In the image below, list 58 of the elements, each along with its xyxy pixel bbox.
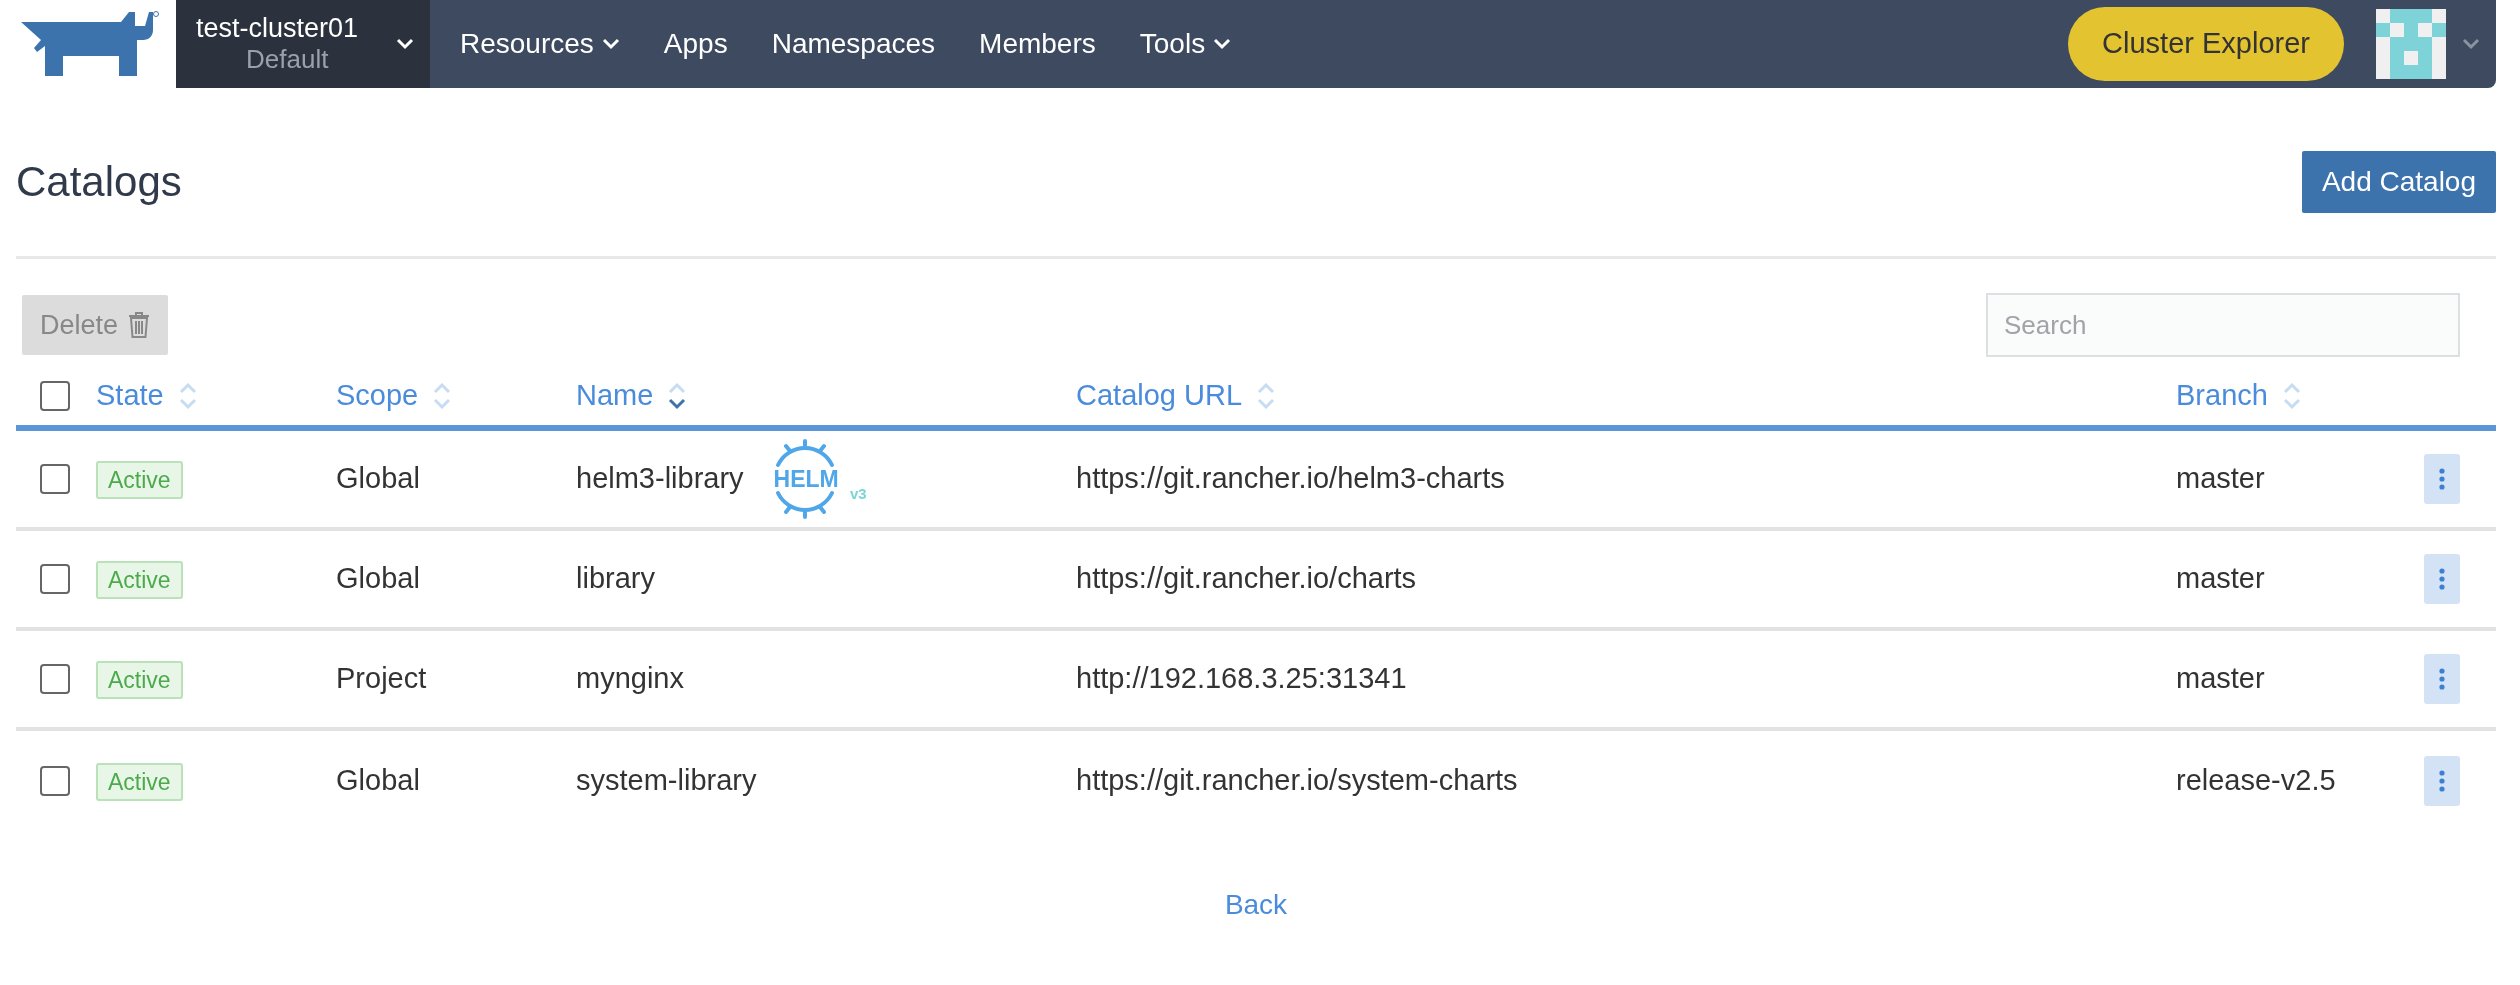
more-actions-button[interactable] [2424,756,2460,806]
chevron-down-icon [1213,38,1232,50]
status-badge: Active [96,561,183,600]
column-header[interactable]: Catalog URL [1076,374,1243,418]
table-cell: Global [336,462,420,495]
table-cell: Global [336,562,420,595]
nav-menu-item[interactable]: Namespaces [749,0,958,88]
vertical-ellipsis-icon [2438,568,2446,590]
table-cell-text: library [576,561,655,597]
chevron-down-icon [396,38,414,50]
row-checkbox[interactable] [40,464,70,494]
helm-logo: HELM v3 [761,437,870,521]
vertical-ellipsis-icon [2438,468,2446,490]
column-header[interactable]: Scope [336,374,419,418]
chevron-down-icon [2462,38,2480,50]
status-badge: Active [96,461,183,500]
table-cell: https://git.rancher.io/helm3-charts [1076,462,1505,495]
vertical-ellipsis-icon [2438,668,2446,690]
table-cell: release-v2.5 [2176,764,2336,797]
vertical-ellipsis-icon [2438,770,2446,792]
trash-icon [128,312,151,338]
select-all-checkbox[interactable] [40,381,70,411]
search-field[interactable]: Search [1986,293,2460,357]
back-link[interactable]: Back [1224,889,1288,920]
table-cell-text: mynginx [576,661,684,697]
table-cell: https://git.rancher.io/charts [1076,562,1417,595]
project-name: Default [245,43,330,76]
row-checkbox[interactable] [40,766,70,796]
column-header[interactable]: Branch [2176,374,2268,418]
nav-menu-item[interactable]: Tools [1117,0,1254,88]
page-title: Catalogs [16,156,182,207]
cluster-name: test-cluster01 [196,12,359,44]
status-badge: Active [96,763,183,802]
chevron-down-icon [601,38,620,50]
nav-menu-item[interactable]: Members [957,0,1118,88]
table-cell: https://git.rancher.io/system-charts [1076,764,1518,797]
cluster-selector[interactable]: test-cluster01 Default [176,0,430,88]
table-cell-text: helm3-library [576,461,744,497]
nav-menu-item[interactable]: Resources [438,0,642,88]
status-badge: Active [96,661,183,700]
row-checkbox[interactable] [40,564,70,594]
table-cell: master [2176,662,2265,695]
column-header[interactable]: Name [576,374,654,418]
table-cell: Project [336,662,427,695]
table-cell: http://192.168.3.25:31341 [1076,662,1407,695]
table-cell: Global [336,764,420,797]
more-actions-button[interactable] [2424,554,2460,604]
sort-icon[interactable] [667,381,688,411]
add-catalog-button[interactable]: Add Catalog [2301,151,2496,213]
table-cell-text: system-library [576,763,757,799]
table-cell: master [2176,462,2265,495]
more-actions-button[interactable] [2424,654,2460,704]
cluster-explorer-button[interactable]: Cluster Explorer [2068,7,2344,81]
column-header[interactable]: State [96,374,164,418]
nav-menu-item[interactable]: Apps [641,0,750,88]
more-actions-button[interactable] [2424,454,2460,504]
table-cell: master [2176,562,2265,595]
row-checkbox[interactable] [40,664,70,694]
